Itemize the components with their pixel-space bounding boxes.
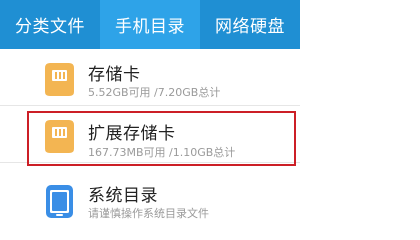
phone-icon: [46, 185, 73, 218]
storage-list: 存储卡 5.52GB可用 /7.20GB总计 扩展存储卡 167.73MB可用 …: [0, 49, 300, 225]
tab-bar: 分类文件 手机目录 网络硬盘: [0, 0, 300, 49]
tab-phone-directory[interactable]: 手机目录: [100, 0, 200, 49]
item-title: 扩展存储卡: [88, 124, 176, 144]
list-item-extended-sd-card[interactable]: 扩展存储卡 167.73MB可用 /1.10GB总计: [0, 107, 300, 163]
item-subtitle: 请谨慎操作系统目录文件: [88, 207, 209, 220]
sd-card-icon: [45, 63, 74, 96]
sd-card-icon: [45, 120, 74, 153]
list-item-system-directory[interactable]: 系统目录 请谨慎操作系统目录文件: [0, 175, 300, 231]
tab-category-files[interactable]: 分类文件: [0, 0, 100, 49]
item-title: 存储卡: [88, 65, 141, 85]
item-subtitle: 5.52GB可用 /7.20GB总计: [88, 86, 221, 99]
item-title: 系统目录: [88, 186, 158, 206]
item-subtitle: 167.73MB可用 /1.10GB总计: [88, 146, 236, 159]
tab-network-disk[interactable]: 网络硬盘: [200, 0, 300, 49]
list-item-sd-card[interactable]: 存储卡 5.52GB可用 /7.20GB总计: [0, 50, 300, 106]
